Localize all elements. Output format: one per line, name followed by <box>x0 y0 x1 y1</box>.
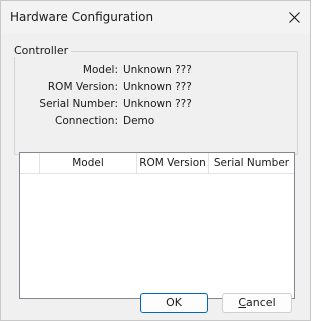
serial-number-value: Unknown ??? <box>123 98 192 110</box>
model-label-cell: Model: <box>1 64 118 78</box>
rom-version-label: ROM Version: <box>47 81 118 93</box>
connection-value: Demo <box>123 115 155 127</box>
column-header-model[interactable]: Model <box>40 153 137 173</box>
column-header-blank[interactable] <box>20 153 40 173</box>
title-bar[interactable]: Hardware Configuration <box>1 1 310 34</box>
serial-number-label-cell: Serial Number: <box>1 98 118 112</box>
close-icon <box>288 12 300 23</box>
connection-label: Connection: <box>55 115 118 127</box>
serial-number-value-cell: Unknown ??? <box>123 98 293 112</box>
model-value: Unknown ??? <box>123 64 192 76</box>
model-value-cell: Unknown ??? <box>123 64 293 78</box>
hardware-list[interactable]: Model ROM Version Serial Number <box>19 152 295 299</box>
model-label: Model: <box>82 64 118 76</box>
rom-version-label-cell: ROM Version: <box>1 81 118 95</box>
cancel-accelerator: C <box>238 296 247 309</box>
dialog-title: Hardware Configuration <box>10 10 154 24</box>
serial-number-label: Serial Number: <box>39 98 118 110</box>
connection-value-cell: Demo <box>123 115 293 129</box>
controller-group-label: Controller <box>11 44 72 57</box>
close-button[interactable] <box>278 1 310 34</box>
rom-version-value-cell: Unknown ??? <box>123 81 293 95</box>
hardware-configuration-dialog: Hardware Configuration Controller Model:… <box>0 0 311 321</box>
cancel-button[interactable]: Cancel <box>222 293 292 313</box>
cancel-label-rest: ancel <box>246 296 276 309</box>
column-header-serial-number[interactable]: Serial Number <box>209 153 294 173</box>
list-header: Model ROM Version Serial Number <box>20 153 294 174</box>
connection-label-cell: Connection: <box>1 115 118 129</box>
column-header-rom-version[interactable]: ROM Version <box>137 153 209 173</box>
ok-button[interactable]: OK <box>140 293 208 313</box>
rom-version-value: Unknown ??? <box>123 81 192 93</box>
